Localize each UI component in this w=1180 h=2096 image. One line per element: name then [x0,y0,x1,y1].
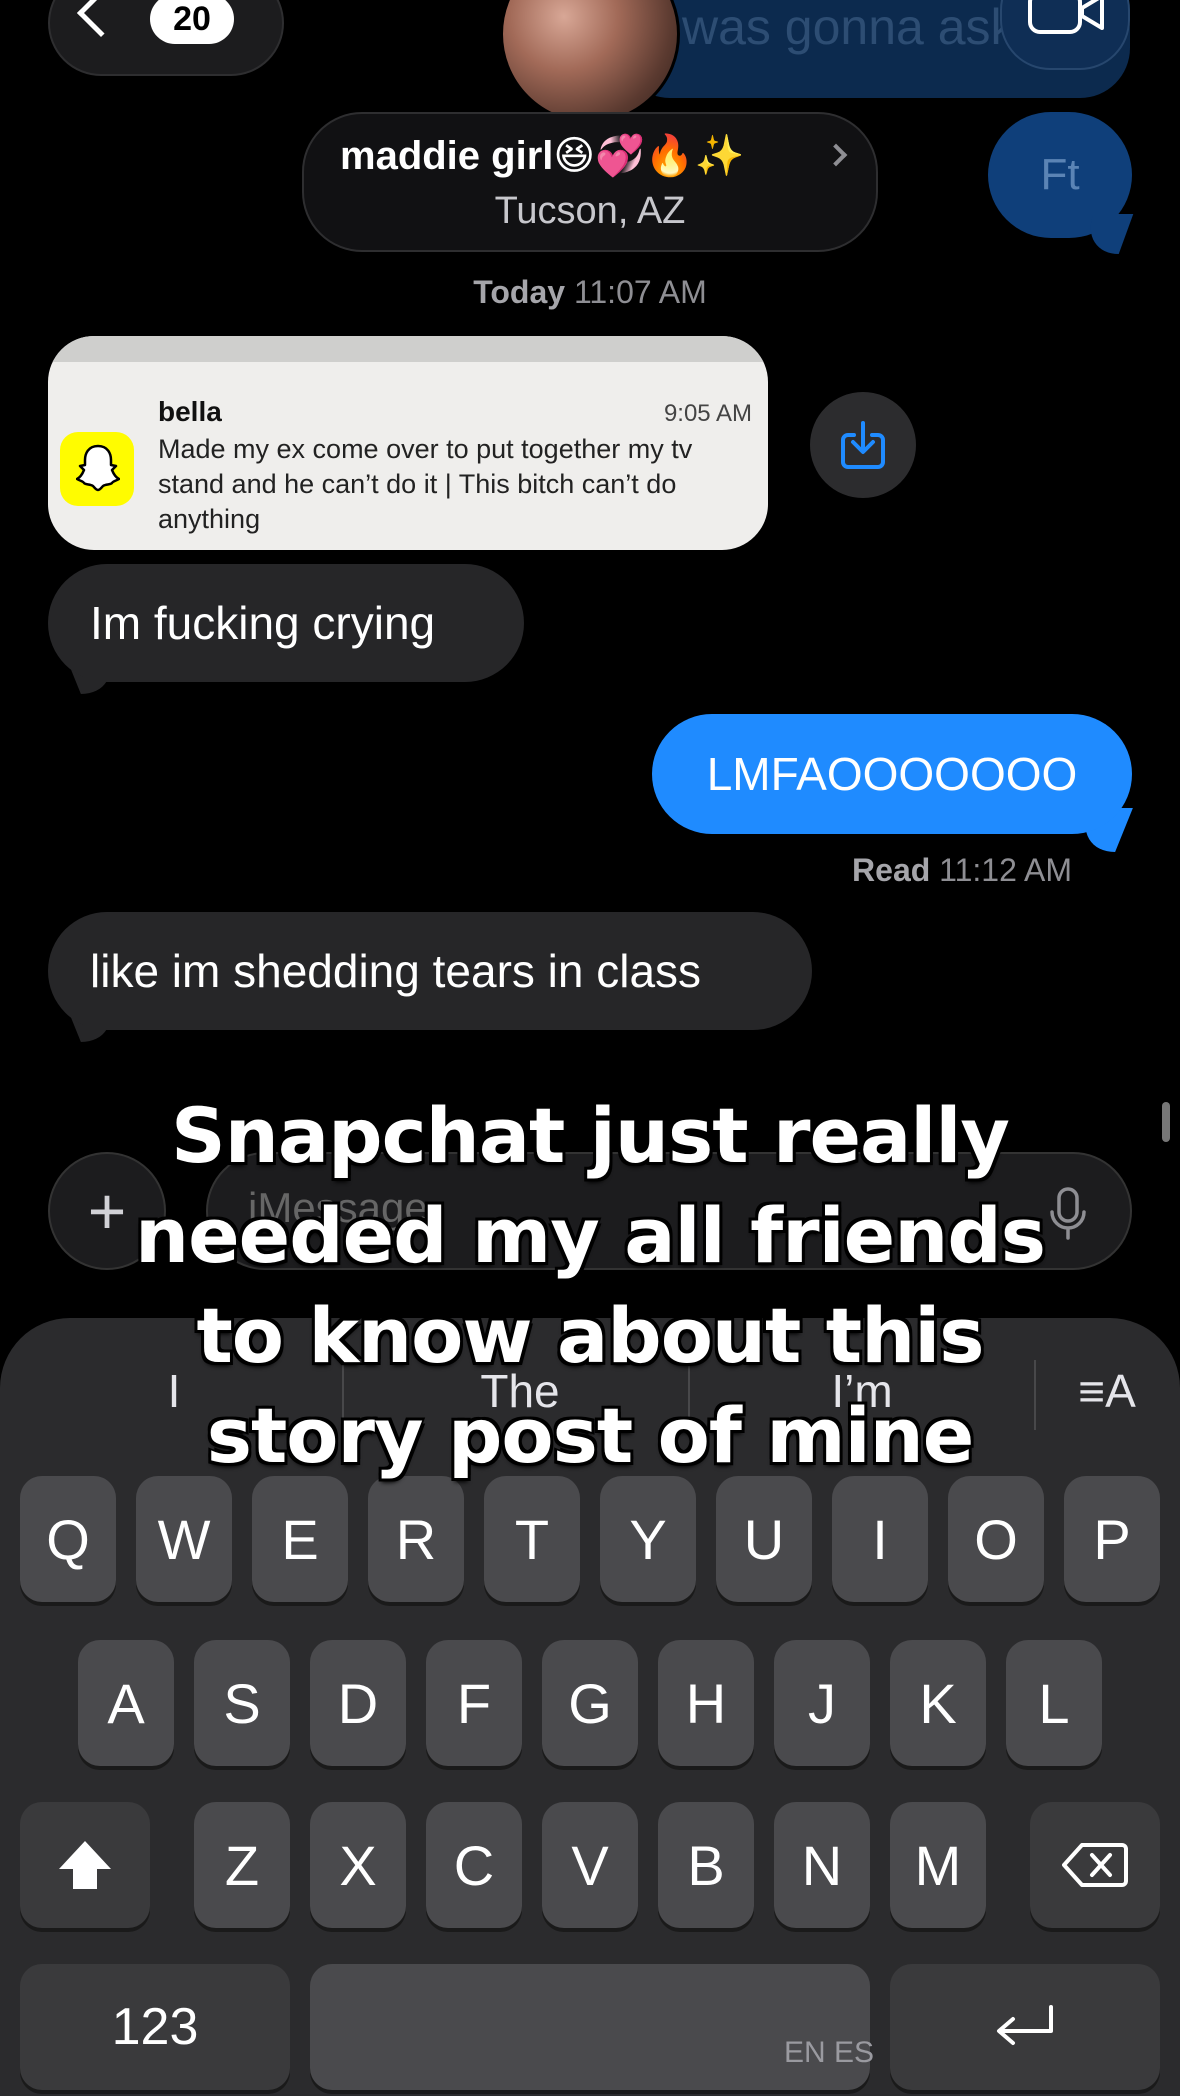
timestamp-day: Today [473,274,566,310]
key-a[interactable]: A [78,1640,174,1766]
video-caption-overlay: Snapchat just really needed my all frien… [135,1091,1046,1480]
timestamp-time: 11:07 AM [573,274,707,310]
key-n[interactable]: N [774,1802,870,1928]
key-o[interactable]: O [948,1476,1044,1602]
contact-name-text: maddie girl [340,134,554,178]
backspace-key[interactable] [1030,1802,1160,1928]
read-receipt: Read 11:12 AM [700,852,1072,889]
key-m[interactable]: M [890,1802,986,1928]
key-h[interactable]: H [658,1640,754,1766]
key-b[interactable]: B [658,1802,754,1928]
download-icon [841,421,885,469]
key-k[interactable]: K [890,1640,986,1766]
outgoing-message[interactable]: LMFAOOOOOOO [652,714,1132,834]
numbers-key[interactable]: 123 [20,1964,290,2090]
key-u[interactable]: U [716,1476,812,1602]
screenshot-top-edge [48,336,768,362]
key-r[interactable]: R [368,1476,464,1602]
key-c[interactable]: C [426,1802,522,1928]
notification-sender: bella [158,396,222,427]
key-d[interactable]: D [310,1640,406,1766]
incoming-message[interactable]: like im shedding tears in class [48,912,812,1030]
key-x[interactable]: X [310,1802,406,1928]
notification-body: Made my ex come over to put together my … [158,434,693,534]
shift-key[interactable] [20,1802,150,1928]
notification-time: 9:05 AM [663,400,752,427]
scroll-indicator[interactable] [1162,1102,1170,1142]
key-s[interactable]: S [194,1640,290,1766]
return-arrow-icon [997,2005,1053,2045]
key-y[interactable]: Y [600,1476,696,1602]
save-image-button[interactable] [810,392,916,498]
backspace-icon [1062,1843,1128,1887]
contact-name: maddie girl😆💞🔥✨ [340,132,840,179]
contact-location: Tucson, AZ [494,190,686,232]
read-time: 11:12 AM [939,852,1072,888]
key-p[interactable]: P [1064,1476,1160,1602]
key-q[interactable]: Q [20,1476,116,1602]
contact-avatar[interactable] [500,0,680,124]
key-g[interactable]: G [542,1640,638,1766]
shift-arrow-icon [59,1841,111,1889]
snapchat-ghost-icon [76,444,120,492]
key-i[interactable]: I [832,1476,928,1602]
unread-badge: 20 [150,0,234,44]
video-camera-icon [1028,0,1104,34]
key-z[interactable]: Z [194,1802,290,1928]
key-j[interactable]: J [774,1640,870,1766]
key-f[interactable]: F [426,1640,522,1766]
key-t[interactable]: T [484,1476,580,1602]
return-key[interactable] [890,1964,1160,2090]
key-w[interactable]: W [136,1476,232,1602]
space-key[interactable] [310,1964,870,2090]
key-e[interactable]: E [252,1476,348,1602]
key-v[interactable]: V [542,1802,638,1928]
message-timestamp: Today 11:07 AM [0,274,1180,311]
key-l[interactable]: L [1006,1640,1102,1766]
contact-emojis: 😆💞🔥✨ [553,134,745,178]
keyboard-language: EN ES [784,2036,875,2069]
read-label: Read [852,852,931,888]
incoming-message[interactable]: Im fucking crying [48,564,524,682]
